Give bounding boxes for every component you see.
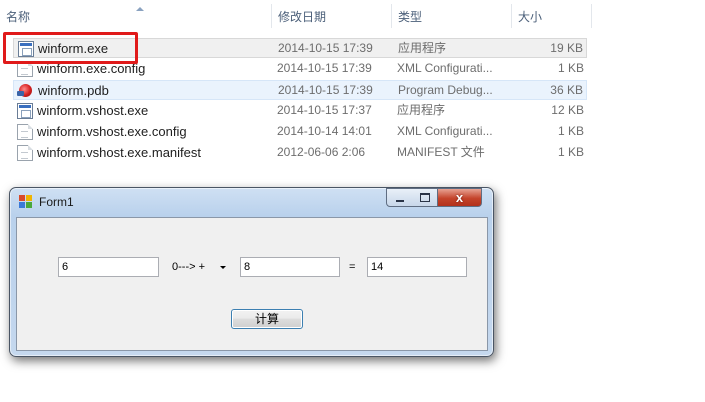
compute-button[interactable]: 计算: [231, 309, 303, 329]
debug-database-icon: [17, 84, 32, 97]
document-icon: [17, 145, 33, 161]
file-row[interactable]: winform.pdb 2014-10-15 17:39 Program Deb…: [13, 80, 587, 100]
red-highlight-annotation: [3, 32, 138, 64]
file-size: 1 KB: [557, 145, 584, 159]
maximize-button[interactable]: [412, 188, 438, 207]
window-title: Form1: [39, 195, 74, 209]
file-type: 应用程序: [397, 103, 446, 117]
file-explorer-list: 名称 修改日期 类型 大小 winform.exe 2014-10-15 17:…: [0, 0, 705, 175]
file-date: 2014-10-15 17:39: [278, 41, 373, 55]
column-header: 名称 修改日期 类型 大小: [0, 4, 592, 28]
file-row[interactable]: winform.vshost.exe.manifest 2012-06-06 2…: [13, 143, 587, 163]
sort-ascending-icon: [136, 7, 144, 11]
file-type: XML Configurati...: [397, 124, 493, 138]
file-size: 1 KB: [557, 61, 584, 75]
file-type: Program Debug...: [398, 83, 493, 97]
file-type: XML Configurati...: [397, 61, 493, 75]
file-date: 2014-10-14 14:01: [277, 124, 372, 138]
operand2-textbox[interactable]: 8: [240, 257, 340, 277]
dropdown-arrow-icon: [220, 266, 226, 269]
app-icon: [19, 195, 33, 209]
file-name: winform.pdb: [38, 83, 109, 98]
file-row[interactable]: winform.vshost.exe 2014-10-15 17:37 应用程序…: [13, 101, 587, 121]
file-type: MANIFEST 文件: [397, 145, 485, 159]
file-name: winform.vshost.exe: [37, 103, 149, 118]
column-date-label: 修改日期: [278, 10, 327, 24]
form-client-area: 6 0---> + 8 = 14 计算: [16, 217, 488, 351]
column-type[interactable]: 类型: [392, 4, 512, 28]
equals-label: =: [349, 261, 356, 273]
close-button[interactable]: x: [438, 188, 482, 207]
document-icon: [17, 124, 33, 140]
exe-icon: [17, 103, 33, 119]
form1-window: Form1 x 6 0---> + 8 = 14 计算: [9, 187, 494, 357]
column-size-label: 大小: [518, 10, 543, 24]
file-name: winform.vshost.exe.manifest: [37, 145, 202, 160]
column-size[interactable]: 大小: [512, 4, 592, 28]
file-size: 36 KB: [550, 83, 583, 97]
column-date[interactable]: 修改日期: [272, 4, 392, 28]
close-icon: x: [455, 190, 464, 205]
file-size: 12 KB: [551, 103, 584, 117]
file-date: 2014-10-15 17:39: [278, 83, 373, 97]
file-size: 1 KB: [557, 124, 584, 138]
file-size: 19 KB: [550, 41, 583, 55]
file-date: 2012-06-06 2:06: [277, 145, 366, 159]
file-type: 应用程序: [398, 41, 447, 55]
column-name-label: 名称: [6, 10, 31, 24]
result-textbox[interactable]: 14: [367, 257, 467, 277]
file-row[interactable]: winform.vshost.exe.config 2014-10-14 14:…: [13, 122, 587, 142]
file-date: 2014-10-15 17:39: [277, 61, 372, 75]
operand1-textbox[interactable]: 6: [58, 257, 159, 277]
file-date: 2014-10-15 17:37: [277, 103, 372, 117]
operator-dropdown[interactable]: 0---> +: [169, 257, 231, 277]
minimize-button[interactable]: [386, 188, 413, 207]
column-type-label: 类型: [398, 10, 423, 24]
operator-value: 0---> +: [172, 261, 206, 273]
file-name: winform.vshost.exe.config: [37, 124, 187, 139]
